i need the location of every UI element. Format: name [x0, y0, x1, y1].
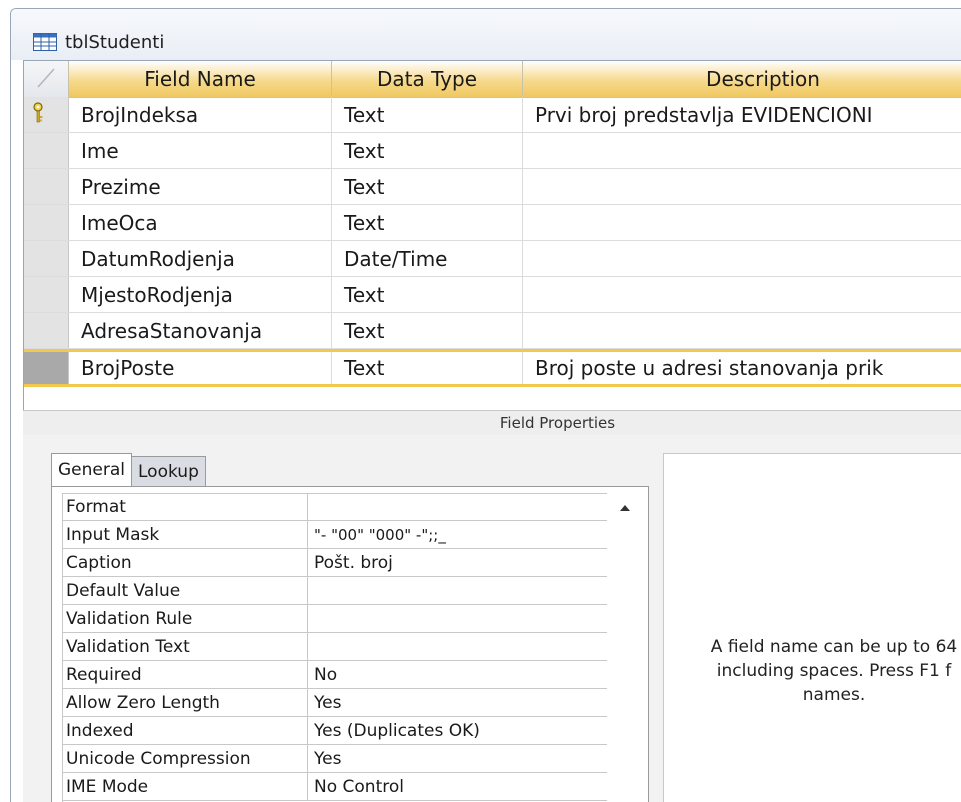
description-cell[interactable]: [523, 205, 961, 240]
property-row-ime-mode[interactable]: IME Mode No Control: [62, 773, 607, 801]
row-selector[interactable]: [24, 169, 69, 204]
property-row-validation-text[interactable]: Validation Text: [62, 633, 607, 661]
property-name: Unicode Compression: [62, 745, 308, 772]
table-row[interactable]: AdresaStanovanja Text: [24, 313, 961, 349]
description-cell[interactable]: Prvi broj predstavlja EVIDENCIONI: [523, 97, 961, 132]
property-value-input[interactable]: [308, 605, 607, 632]
field-properties-title: Field Properties: [499, 414, 616, 432]
help-text: A field name can be up to 64 including s…: [710, 637, 958, 705]
select-all-corner[interactable]: [24, 61, 69, 97]
property-row-unicode-compression[interactable]: Unicode Compression Yes: [62, 745, 607, 773]
row-selector[interactable]: [24, 205, 69, 240]
field-name-cell[interactable]: Ime: [69, 133, 332, 168]
property-row-indexed[interactable]: Indexed Yes (Duplicates OK): [62, 717, 607, 745]
document-tab-label: tblStudenti: [65, 31, 165, 53]
table-row[interactable]: DatumRodjenja Date/Time: [24, 241, 961, 277]
property-name: Default Value: [62, 577, 308, 604]
row-selector[interactable]: [24, 313, 69, 348]
property-name: Format: [62, 493, 308, 520]
property-name: Validation Text: [62, 633, 308, 660]
property-row-allow-zero-length[interactable]: Allow Zero Length Yes: [62, 689, 607, 717]
description-cell[interactable]: [523, 169, 961, 204]
grid-header: Field Name Data Type Description: [24, 61, 961, 98]
field-properties-bar: Field Properties: [23, 410, 961, 436]
row-selector[interactable]: [24, 133, 69, 168]
field-name-cell[interactable]: Prezime: [69, 169, 332, 204]
tab-lookup[interactable]: Lookup: [131, 456, 206, 486]
tab-general[interactable]: General: [51, 453, 132, 486]
property-value-input[interactable]: [308, 577, 607, 604]
table-row[interactable]: MjestoRodjenja Text: [24, 277, 961, 313]
property-name: Allow Zero Length: [62, 689, 308, 716]
row-selector[interactable]: [24, 241, 69, 276]
property-row-validation-rule[interactable]: Validation Rule: [62, 605, 607, 633]
scroll-up-arrow-icon[interactable]: [617, 501, 633, 515]
property-row-default-value[interactable]: Default Value: [62, 577, 607, 605]
property-row-caption[interactable]: Caption Pošt. broj: [62, 549, 607, 577]
data-type-cell[interactable]: Text: [332, 97, 523, 132]
table-row[interactable]: Prezime Text: [24, 169, 961, 205]
properties-sheet: Format Input Mask "- "00" "000" -";;_ Ca…: [51, 486, 649, 802]
header-field-name[interactable]: Field Name: [69, 61, 332, 97]
field-name-cell[interactable]: AdresaStanovanja: [69, 313, 332, 348]
property-value-input[interactable]: No: [308, 661, 607, 688]
row-selector[interactable]: [24, 97, 69, 132]
property-value-input[interactable]: [308, 633, 607, 660]
property-value-input[interactable]: Yes: [308, 689, 607, 716]
data-type-cell[interactable]: Text: [332, 277, 523, 312]
property-name: Indexed: [62, 717, 308, 744]
property-name: IME Mode: [62, 773, 308, 800]
field-design-grid: Field Name Data Type Description BrojInd…: [23, 60, 961, 411]
table-row[interactable]: ImeOca Text: [24, 205, 961, 241]
property-name: Input Mask: [62, 521, 308, 548]
data-type-cell[interactable]: Text: [332, 313, 523, 348]
field-name-cell[interactable]: ImeOca: [69, 205, 332, 240]
property-value-input[interactable]: Yes (Duplicates OK): [308, 717, 607, 744]
field-name-cell[interactable]: MjestoRodjenja: [69, 277, 332, 312]
property-value-input[interactable]: [308, 493, 607, 520]
data-type-cell[interactable]: Text: [332, 133, 523, 168]
property-value-input[interactable]: Yes: [308, 745, 607, 772]
field-name-cell[interactable]: DatumRodjenja: [69, 241, 332, 276]
data-type-cell[interactable]: Text: [332, 169, 523, 204]
table-row[interactable]: BrojIndeksa Text Prvi broj predstavlja E…: [24, 97, 961, 133]
description-cell[interactable]: [523, 313, 961, 348]
property-value-input[interactable]: "- "00" "000" -";;_: [308, 521, 607, 548]
property-name: Validation Rule: [62, 605, 308, 632]
table-design-window: tblStudenti Field Name Data Type Descrip…: [10, 8, 961, 802]
table-row[interactable]: Ime Text: [24, 133, 961, 169]
field-name-cell[interactable]: BrojPoste: [69, 352, 332, 384]
document-tab-tblstudenti[interactable]: tblStudenti: [25, 27, 176, 57]
field-name-cell[interactable]: BrojIndeksa: [69, 97, 332, 132]
properties-tabs: General Lookup: [51, 453, 206, 486]
property-row-input-mask[interactable]: Input Mask "- "00" "000" -";;_: [62, 521, 607, 549]
header-data-type[interactable]: Data Type: [332, 61, 523, 97]
table-row-selected[interactable]: BrojPoste Text Broj poste u adresi stano…: [24, 349, 961, 387]
data-type-cell[interactable]: Text: [332, 352, 523, 384]
field-properties-pane: General Lookup Format Input Mask "- "00"…: [23, 435, 961, 802]
row-selector[interactable]: [24, 277, 69, 312]
document-tab-strip: tblStudenti: [11, 9, 961, 60]
property-row-required[interactable]: Required No: [62, 661, 607, 689]
property-row-format[interactable]: Format: [62, 493, 607, 521]
table-icon: [33, 33, 57, 51]
help-panel: A field name can be up to 64 including s…: [663, 453, 961, 802]
description-cell[interactable]: [523, 277, 961, 312]
property-value-input[interactable]: Pošt. broj: [308, 549, 607, 576]
row-selector[interactable]: [24, 352, 69, 384]
property-name: Required: [62, 661, 308, 688]
description-cell[interactable]: [523, 133, 961, 168]
header-description[interactable]: Description: [523, 61, 961, 97]
description-cell[interactable]: Broj poste u adresi stanovanja prik: [523, 352, 961, 384]
data-type-cell[interactable]: Date/Time: [332, 241, 523, 276]
property-name: Caption: [62, 549, 308, 576]
property-value-input[interactable]: No Control: [308, 773, 607, 800]
data-type-cell[interactable]: Text: [332, 205, 523, 240]
primary-key-icon: [33, 102, 43, 123]
description-cell[interactable]: [523, 241, 961, 276]
